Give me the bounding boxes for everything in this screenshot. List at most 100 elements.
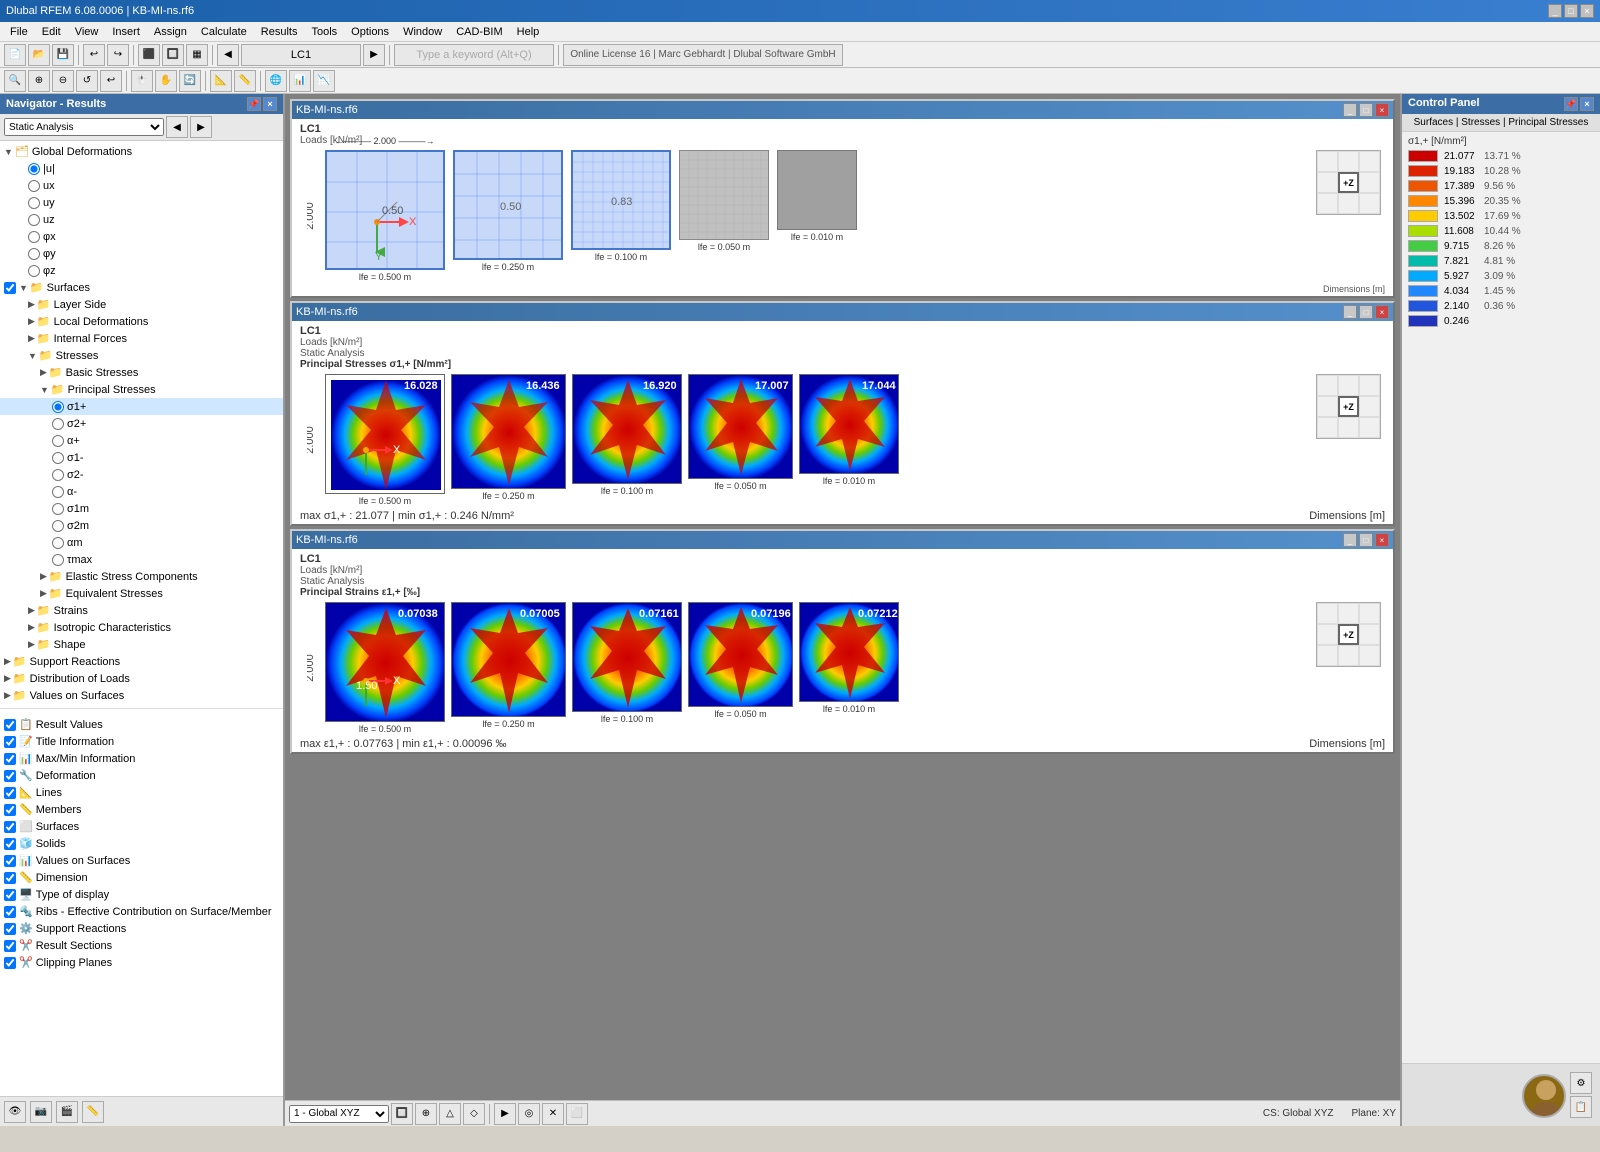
view-mode-3[interactable]: ✕: [542, 1103, 564, 1125]
radio-sigma2minus[interactable]: [52, 469, 64, 481]
menu-window[interactable]: Window: [397, 24, 448, 40]
tree-sigma2m[interactable]: σ2m: [0, 517, 283, 534]
tb2-btn-10[interactable]: 📏: [234, 70, 256, 92]
win2-min[interactable]: _: [1343, 305, 1357, 319]
nav-next[interactable]: ▶: [190, 116, 212, 138]
tb2-btn-7[interactable]: ✋: [155, 70, 177, 92]
tree-values-on-surfaces[interactable]: ▶ 📁 Values on Surfaces: [0, 687, 283, 704]
tree-ribs[interactable]: 🔩 Ribs - Effective Contribution on Surfa…: [0, 903, 283, 920]
tree-phiz[interactable]: φz: [0, 262, 283, 279]
tree-isotropic[interactable]: ▶ 📁 Isotropic Characteristics: [0, 619, 283, 636]
check-title-info[interactable]: [4, 736, 16, 748]
win3-close[interactable]: ×: [1375, 533, 1389, 547]
tree-equiv-stress[interactable]: ▶ 📁 Equivalent Stresses: [0, 585, 283, 602]
tree-basic-stresses[interactable]: ▶ 📁 Basic Stresses: [0, 364, 283, 381]
win2-max[interactable]: □: [1359, 305, 1373, 319]
win1-min[interactable]: _: [1343, 103, 1357, 117]
menu-help[interactable]: Help: [511, 24, 546, 40]
tree-global-deformations[interactable]: ▼ 🗂 Global Deformations: [0, 143, 283, 160]
tree-sigma2minus[interactable]: σ2-: [0, 466, 283, 483]
tree-lines[interactable]: 📐 Lines: [0, 784, 283, 801]
radio-alpha-plus[interactable]: [52, 435, 64, 447]
radio-sigma2m[interactable]: [52, 520, 64, 532]
radio-u-abs[interactable]: [28, 163, 40, 175]
save-button[interactable]: 💾: [52, 44, 74, 66]
tree-members[interactable]: 📏 Members: [0, 801, 283, 818]
tree-stresses[interactable]: ▼ 📁 Stresses: [0, 347, 283, 364]
check-clipping-planes[interactable]: [4, 957, 16, 969]
tree-sigma1plus[interactable]: σ1+: [0, 398, 283, 415]
tb2-btn-13[interactable]: 📉: [313, 70, 335, 92]
view-mode-4[interactable]: ⬜: [566, 1103, 588, 1125]
menu-tools[interactable]: Tools: [305, 24, 343, 40]
menu-options[interactable]: Options: [345, 24, 395, 40]
tree-layer-side[interactable]: ▶ 📁 Layer Side: [0, 296, 283, 313]
tree-taumax[interactable]: τmax: [0, 551, 283, 568]
cp-pin[interactable]: 📌: [1564, 97, 1578, 111]
radio-sigma1m[interactable]: [52, 503, 64, 515]
redo-button[interactable]: ↪: [107, 44, 129, 66]
tb2-btn-8[interactable]: 🔄: [179, 70, 201, 92]
nav-pin-btn[interactable]: 📌: [247, 97, 261, 111]
tree-values-surf2[interactable]: 📊 Values on Surfaces: [0, 852, 283, 869]
radio-uy[interactable]: [28, 197, 40, 209]
radio-phiz[interactable]: [28, 265, 40, 277]
tb2-btn-1[interactable]: 🔍: [4, 70, 26, 92]
lc-dropdown[interactable]: LC1: [241, 44, 361, 66]
nav-film-btn[interactable]: 🎬: [56, 1101, 78, 1123]
maximize-button[interactable]: □: [1564, 4, 1578, 18]
tb2-btn-12[interactable]: 📊: [289, 70, 311, 92]
nav-prev[interactable]: ◀: [166, 116, 188, 138]
tb2-btn-11[interactable]: 🌐: [265, 70, 287, 92]
radio-sigma2plus[interactable]: [52, 418, 64, 430]
tree-uy[interactable]: uy: [0, 194, 283, 211]
tb2-btn-9[interactable]: 📐: [210, 70, 232, 92]
snap-btn-2[interactable]: ⊕: [415, 1103, 437, 1125]
tree-distribution-of-loads[interactable]: ▶ 📁 Distribution of Loads: [0, 670, 283, 687]
open-button[interactable]: 📂: [28, 44, 50, 66]
view-mode-2[interactable]: ◎: [518, 1103, 540, 1125]
check-surfaces2[interactable]: [4, 821, 16, 833]
cp-close[interactable]: ×: [1580, 97, 1594, 111]
undo-button[interactable]: ↩: [83, 44, 105, 66]
tb2-btn-3[interactable]: ⊖: [52, 70, 74, 92]
nav-eye-btn[interactable]: 👁: [4, 1101, 26, 1123]
tree-shape[interactable]: ▶ 📁 Shape: [0, 636, 283, 653]
tree-alpha-plus[interactable]: α+: [0, 432, 283, 449]
check-type-display[interactable]: [4, 889, 16, 901]
new-button[interactable]: 📄: [4, 44, 26, 66]
tree-uz[interactable]: uz: [0, 211, 283, 228]
check-ribs[interactable]: [4, 906, 16, 918]
tree-dimension[interactable]: 📏 Dimension: [0, 869, 283, 886]
search-input-btn[interactable]: Type a keyword (Alt+Q): [394, 44, 554, 66]
tree-surfaces-check[interactable]: ⬜ Surfaces: [0, 818, 283, 835]
menu-assign[interactable]: Assign: [148, 24, 193, 40]
check-values-surf2[interactable]: [4, 855, 16, 867]
tree-solids[interactable]: 🧊 Solids: [0, 835, 283, 852]
win1-close[interactable]: ×: [1375, 103, 1389, 117]
tree-phiy[interactable]: φy: [0, 245, 283, 262]
tree-result-sections[interactable]: ✂️ Result Sections: [0, 937, 283, 954]
tree-strains[interactable]: ▶ 📁 Strains: [0, 602, 283, 619]
tb2-btn-6[interactable]: 🖱️: [131, 70, 153, 92]
radio-phiy[interactable]: [28, 248, 40, 260]
view-mode-1[interactable]: ▶: [494, 1103, 516, 1125]
menu-results[interactable]: Results: [255, 24, 304, 40]
tree-local-deformations[interactable]: ▶ 📁 Local Deformations: [0, 313, 283, 330]
menu-insert[interactable]: Insert: [106, 24, 146, 40]
nav-close-btn[interactable]: ×: [263, 97, 277, 111]
check-deformation[interactable]: [4, 770, 16, 782]
tree-support-reactions[interactable]: ▶ 📁 Support Reactions: [0, 653, 283, 670]
radio-ux[interactable]: [28, 180, 40, 192]
radio-uz[interactable]: [28, 214, 40, 226]
snap-btn-4[interactable]: ◇: [463, 1103, 485, 1125]
coord-system-dropdown[interactable]: 1 - Global XYZ: [289, 1105, 389, 1123]
tree-u-abs[interactable]: |u|: [0, 160, 283, 177]
view-btn-3[interactable]: ▦: [186, 44, 208, 66]
radio-phix[interactable]: [28, 231, 40, 243]
tree-principal-stresses[interactable]: ▼ 📁 Principal Stresses: [0, 381, 283, 398]
cp-btn-1[interactable]: ⚙: [1570, 1072, 1592, 1094]
tree-deformation[interactable]: 🔧 Deformation: [0, 767, 283, 784]
check-solids[interactable]: [4, 838, 16, 850]
close-button[interactable]: ×: [1580, 4, 1594, 18]
